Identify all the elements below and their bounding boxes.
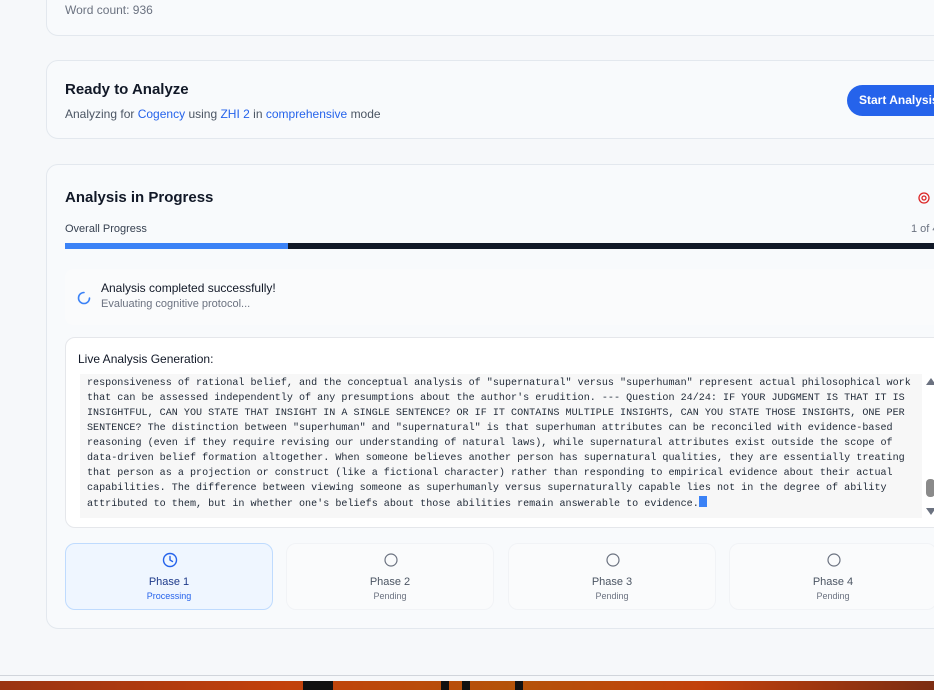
- scroll-thumb[interactable]: [926, 479, 934, 497]
- scroll-up-arrow-icon[interactable]: [926, 378, 934, 385]
- phase-name: Phase 1: [148, 576, 190, 588]
- phase-name: Phase 4: [812, 576, 854, 588]
- circle-icon: [826, 552, 842, 573]
- phase-card-1[interactable]: Phase 1 Processing: [65, 543, 273, 610]
- phase-name: Phase 2: [369, 576, 411, 588]
- phase-card-3[interactable]: Phase 3 Pending: [508, 543, 716, 610]
- config-mode: comprehensive: [265, 107, 348, 121]
- ready-title: Ready to Analyze: [65, 81, 189, 98]
- cursor-caret: [698, 496, 707, 507]
- start-analysis-button[interactable]: Start Analysis: [847, 85, 934, 116]
- silhouette-shape: [462, 681, 470, 690]
- ready-card: Ready to Analyze Analyzing for Cogency u…: [46, 60, 934, 139]
- overall-progress-bar: [65, 243, 934, 249]
- word-count: Word count: 936: [65, 3, 153, 17]
- progress-title: Analysis in Progress: [65, 189, 214, 206]
- config-model: ZHI 2: [220, 107, 250, 121]
- page-divider: [0, 675, 934, 676]
- phase-status: Processing: [146, 591, 192, 601]
- status-box: Analysis completed successfully! Evaluat…: [65, 269, 934, 325]
- progress-fill: [65, 243, 288, 249]
- status-detail: Evaluating cognitive protocol...: [101, 298, 251, 310]
- word-count-card: Word count: 936: [46, 0, 934, 36]
- phase-card-2[interactable]: Phase 2 Pending: [286, 543, 494, 610]
- live-generation-title: Live Analysis Generation:: [78, 352, 214, 366]
- config-using: using: [188, 107, 218, 121]
- silhouette-shape: [515, 681, 523, 690]
- config-metric: Cogency: [137, 107, 186, 121]
- phase-name: Phase 3: [591, 576, 633, 588]
- config-in: in: [253, 107, 263, 121]
- config-mode-suffix: mode: [350, 107, 381, 121]
- live-output-scrollbar[interactable]: [922, 374, 934, 518]
- config-prefix: Analyzing for: [65, 107, 135, 121]
- circle-icon: [383, 552, 399, 573]
- target-icon[interactable]: [918, 191, 930, 209]
- phase-status: Pending: [595, 591, 629, 601]
- status-message: Analysis completed successfully!: [101, 281, 276, 295]
- silhouette-shape: [303, 681, 333, 690]
- phase-status: Pending: [816, 591, 850, 601]
- clock-icon: [162, 552, 178, 573]
- scroll-down-arrow-icon[interactable]: [926, 508, 934, 515]
- analysis-config-line: Analyzing for Cogency using ZHI 2 in com…: [65, 107, 381, 121]
- overall-progress-label: Overall Progress: [65, 223, 147, 235]
- phase-status: Pending: [373, 591, 407, 601]
- phase-card-4[interactable]: Phase 4 Pending: [729, 543, 934, 610]
- analysis-progress-card: Analysis in Progress Overall Progress 1 …: [46, 164, 934, 629]
- live-output-scroll-area[interactable]: responsiveness of rational belief, and t…: [80, 374, 922, 518]
- circle-icon: [605, 552, 621, 573]
- live-output-text: responsiveness of rational belief, and t…: [87, 378, 917, 510]
- live-generation-panel: Live Analysis Generation: responsiveness…: [65, 337, 934, 528]
- spinner-icon: [77, 291, 91, 310]
- silhouette-shape: [441, 681, 449, 690]
- progress-count: 1 of 4: [911, 223, 934, 235]
